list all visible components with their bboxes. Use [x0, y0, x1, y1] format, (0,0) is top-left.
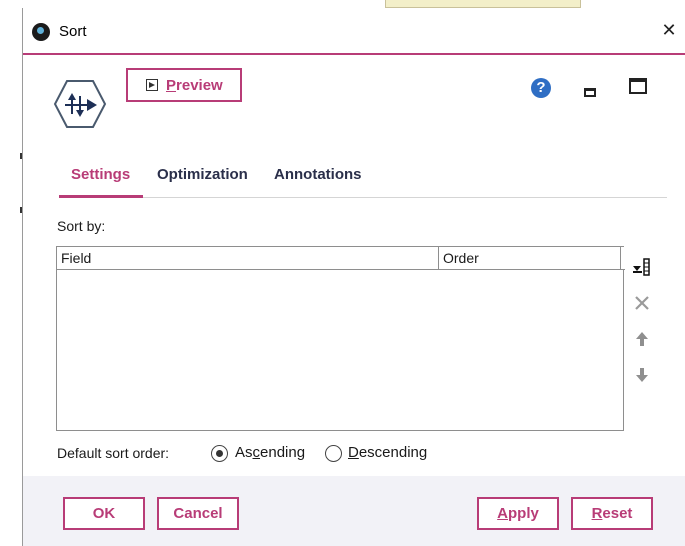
apply-button[interactable]: Apply — [477, 497, 559, 530]
sort-by-label: Sort by: — [57, 218, 106, 234]
minimize-icon[interactable] — [584, 88, 596, 97]
cancel-button[interactable]: Cancel — [157, 497, 239, 530]
preview-button[interactable]: Preview — [126, 68, 242, 102]
ok-button[interactable]: OK — [63, 497, 145, 530]
tab-annotations[interactable]: Annotations — [274, 166, 362, 183]
sort-dialog: Sort ✕ Preview ? Settings Optimization A… — [22, 8, 685, 546]
default-sort-order-label: Default sort order: — [57, 445, 170, 461]
app-logo-icon — [32, 23, 50, 41]
move-down-icon[interactable] — [629, 362, 655, 388]
pick-field-icon[interactable] — [629, 254, 655, 280]
maximize-icon[interactable] — [629, 78, 647, 94]
help-icon[interactable]: ? — [531, 78, 551, 98]
column-header-field[interactable]: Field — [57, 247, 439, 270]
tab-optimization[interactable]: Optimization — [157, 166, 248, 183]
move-up-icon[interactable] — [629, 326, 655, 352]
active-tab-indicator — [59, 195, 143, 198]
close-icon[interactable]: ✕ — [659, 20, 679, 40]
reset-button[interactable]: Reset — [571, 497, 653, 530]
sort-node-icon — [53, 78, 107, 130]
background-left-strip — [0, 0, 22, 546]
descending-radio[interactable] — [325, 445, 342, 462]
column-header-filler — [621, 247, 625, 270]
column-header-order[interactable]: Order — [439, 247, 621, 270]
tab-settings[interactable]: Settings — [71, 166, 130, 183]
background-window-strip — [385, 0, 581, 8]
preview-button-label: Preview — [166, 76, 223, 94]
title-bar: Sort ✕ — [23, 8, 685, 54]
sort-fields-table[interactable]: Field Order — [56, 246, 625, 431]
window-title: Sort — [59, 23, 87, 40]
title-divider — [23, 53, 685, 55]
descending-label[interactable]: Descending — [348, 444, 427, 461]
ascending-radio[interactable] — [211, 445, 228, 462]
ascending-label[interactable]: Ascending — [235, 444, 305, 461]
delete-icon[interactable] — [629, 290, 655, 316]
play-icon — [146, 79, 158, 91]
tabs-divider — [59, 197, 667, 198]
